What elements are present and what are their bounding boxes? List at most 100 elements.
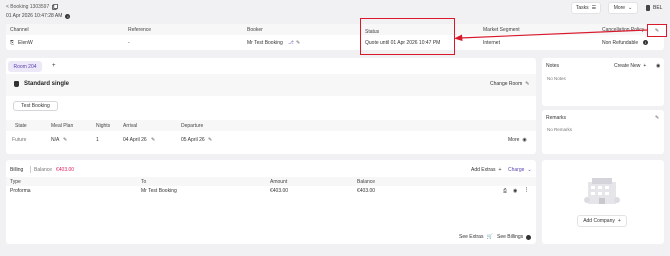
remarks-card: Remarks ✎ No Remarks <box>542 110 664 154</box>
remarks-empty: No Remarks <box>547 127 573 132</box>
tasks-label: Tasks <box>575 5 589 11</box>
tab-room-label: Room 204 <box>13 63 37 70</box>
language-selector[interactable]: BEL <box>646 5 662 11</box>
billing-balance-value: €403.00 <box>357 188 376 194</box>
remarks-title: Remarks <box>546 115 567 121</box>
charge-label: Charge <box>508 167 525 173</box>
booking-datetime: 01 Apr 2026 10:47:28 AM i <box>6 13 71 19</box>
see-billings-label: See Billings <box>497 234 524 240</box>
charge-dropdown[interactable]: Charge ⌄ <box>508 167 532 173</box>
room-more-button[interactable]: More ◉ <box>508 137 527 143</box>
chevron-down-icon: ⌄ <box>628 4 633 11</box>
edit-icon: ✎ <box>525 81 530 87</box>
breadcrumb-text[interactable]: < Booking 1303597 <box>6 4 49 10</box>
list-icon: ☰ <box>591 4 597 11</box>
state-value: Future <box>12 137 27 143</box>
billing-divider <box>30 166 31 173</box>
col-nights: Nights <box>96 123 111 129</box>
print-icon[interactable]: ⎙ <box>503 188 507 194</box>
breadcrumb[interactable]: < Booking 1303597 <box>6 4 58 10</box>
billing-title: Billing <box>10 167 24 173</box>
billing-to-value: Mr Test Booking <box>141 188 177 194</box>
reference-value: - <box>128 40 130 46</box>
edit-remarks-icon[interactable]: ✎ <box>655 115 659 121</box>
col-departure: Departure <box>181 123 204 129</box>
billing-card: Billing Balance €403.00 Add Extras + Cha… <box>6 160 536 244</box>
tab-room[interactable]: Room 204 <box>8 61 42 72</box>
copy-icon[interactable] <box>52 4 58 10</box>
edit-policy-icon[interactable]: ✎ <box>655 28 659 34</box>
room-card: Room 204 + Standard single Change Room ✎… <box>6 58 536 154</box>
notes-card: Notes Create New + ◉ No Notes <box>542 58 664 106</box>
meal-plan-value: N/A <box>51 137 60 143</box>
guest-chip-label: Test Booking <box>21 103 50 109</box>
col-type: Type <box>10 179 21 185</box>
edit-arrival-icon[interactable]: ✎ <box>151 137 155 143</box>
balance-value: €403.00 <box>56 167 75 173</box>
cart-icon: 🛒 <box>486 234 493 240</box>
bed-icon <box>14 81 19 87</box>
col-meal-plan: Meal Plan <box>51 123 74 129</box>
booker-value[interactable]: Mr Test Booking <box>247 40 283 46</box>
plus-icon: + <box>643 63 647 69</box>
add-company-button[interactable]: Add Company + <box>577 215 627 227</box>
notes-title: Notes <box>546 63 560 69</box>
eye-icon: ◉ <box>522 137 527 143</box>
see-extras-button[interactable]: See Extras 🛒 <box>459 234 493 240</box>
plus-icon: + <box>498 167 502 173</box>
channel-icon: ⎘ <box>10 40 15 46</box>
room-table-header <box>6 120 536 131</box>
notes-empty: No Notes <box>547 76 566 81</box>
arrival-value: 04 April 26 <box>123 137 147 143</box>
more-button[interactable]: More ⌄ <box>608 2 638 14</box>
add-extras-button[interactable]: Add Extras + <box>471 167 501 173</box>
col-amount: Amount <box>270 179 288 185</box>
status-highlight-box <box>360 18 455 55</box>
create-note-button[interactable]: Create New + <box>614 63 646 69</box>
annotation-arrow <box>454 29 649 41</box>
balance-label: Balance <box>34 167 53 173</box>
create-note-label: Create New <box>614 63 641 69</box>
datetime-text: 01 Apr 2026 10:47:28 AM <box>6 13 63 19</box>
see-billings-button[interactable]: See Billings <box>497 234 532 240</box>
nights-value: 1 <box>96 137 99 143</box>
room-type: Standard single <box>24 81 70 87</box>
plus-icon: + <box>617 218 621 224</box>
room-more-label: More <box>508 137 520 143</box>
channel-value: ElenW <box>18 40 33 46</box>
col-arrival: Arrival <box>123 123 138 129</box>
guest-chip[interactable]: Test Booking <box>13 101 58 111</box>
edit-booker-icon[interactable]: ✎ <box>296 40 300 46</box>
tasks-button[interactable]: Tasks ☰ <box>571 2 601 14</box>
more-label: More <box>613 5 626 11</box>
add-extras-label: Add Extras <box>471 167 496 173</box>
info-icon[interactable]: i <box>65 13 71 19</box>
company-card: Add Company + <box>542 160 664 244</box>
add-room-tab-button[interactable]: + <box>52 63 56 69</box>
view-icon[interactable]: ◉ <box>513 188 517 194</box>
col-state: State <box>15 123 27 129</box>
building-illustration <box>584 178 620 204</box>
col-to: To <box>141 179 147 185</box>
booker-link-icon[interactable]: ⎇ <box>288 40 294 46</box>
room-type-row <box>6 74 536 96</box>
language-label: BEL <box>653 5 663 11</box>
history-icon <box>526 234 532 240</box>
add-company-label: Add Company <box>583 218 615 224</box>
col-balance: Balance <box>357 179 376 185</box>
more-options-icon[interactable]: ⋮ <box>524 187 529 193</box>
edit-meal-plan-icon[interactable]: ✎ <box>63 137 67 143</box>
see-extras-label: See Extras <box>459 234 484 240</box>
col-booker: Booker <box>247 27 263 33</box>
chevron-down-icon: ⌄ <box>527 167 532 173</box>
edit-departure-icon[interactable]: ✎ <box>208 137 212 143</box>
notes-view-icon[interactable]: ◉ <box>656 63 660 69</box>
document-icon <box>646 5 650 11</box>
col-channel: Channel <box>10 27 29 33</box>
change-room-label: Change Room <box>490 81 523 87</box>
departure-value: 05 April 26 <box>181 137 205 143</box>
col-reference: Reference <box>128 27 152 33</box>
billing-type-value: Proforma <box>10 188 31 194</box>
billing-amount-value: €403.00 <box>270 188 289 194</box>
change-room-button[interactable]: Change Room ✎ <box>490 81 529 87</box>
